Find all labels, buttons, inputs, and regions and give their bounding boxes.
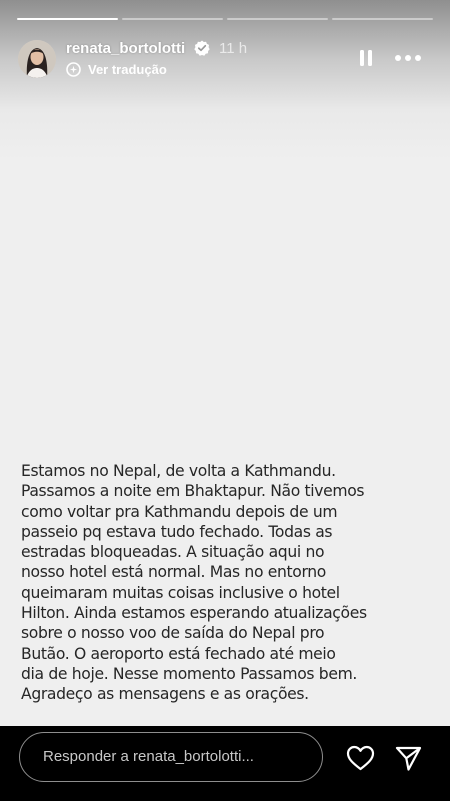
progress-segment xyxy=(227,18,328,20)
author-avatar[interactable] xyxy=(18,40,56,78)
heart-outline-icon[interactable] xyxy=(346,745,375,771)
pause-icon[interactable] xyxy=(357,48,375,68)
see-translation-button[interactable]: Ver tradução xyxy=(66,62,167,77)
author-username[interactable]: renata_bortolotti xyxy=(66,40,185,57)
story-frame[interactable]: renata_bortolotti 11 h Ver tradução Esta… xyxy=(0,0,450,726)
more-horizontal-icon[interactable] xyxy=(393,48,423,68)
story-progress-bar xyxy=(17,18,433,20)
story-text: Estamos no Nepal, de volta a Kathmandu. … xyxy=(21,462,367,704)
translate-sparkle-icon xyxy=(66,62,81,77)
paper-plane-icon[interactable] xyxy=(395,745,422,772)
story-time-ago: 11 h xyxy=(219,40,248,57)
progress-segment-active xyxy=(17,18,118,20)
reply-input[interactable]: Responder a renata_bortolotti... xyxy=(19,732,323,782)
avatar-photo-icon xyxy=(18,40,56,78)
see-translation-label: Ver tradução xyxy=(88,62,167,77)
progress-segment xyxy=(122,18,223,20)
progress-segment xyxy=(332,18,433,20)
verified-badge-icon xyxy=(194,40,210,56)
